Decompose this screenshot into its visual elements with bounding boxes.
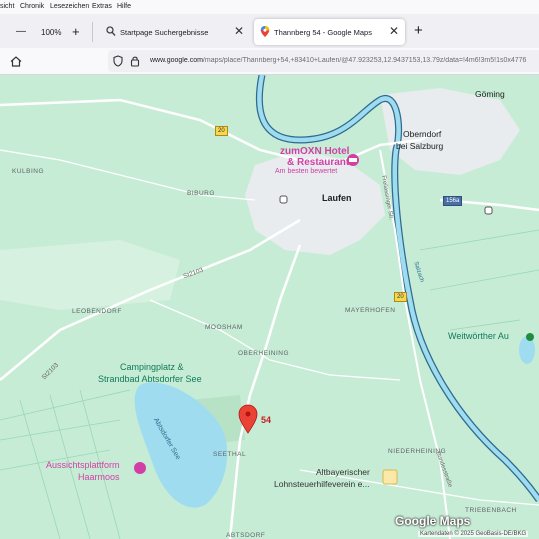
separator [92, 22, 93, 42]
google-maps-icon [260, 26, 270, 37]
tab-google-maps[interactable]: Thannberg 54 - Google Maps ✕ [254, 19, 405, 45]
road-minor [0, 149, 256, 201]
menu-bar: sicht Chronik Lesezeichen Extras Hilfe [0, 0, 539, 14]
menu-lesezeichen[interactable]: Lesezeichen [50, 3, 89, 10]
station-icon [484, 206, 493, 215]
menu-hilfe[interactable]: Hilfe [117, 3, 131, 10]
menu-ansicht[interactable]: sicht [0, 3, 14, 10]
place-triebenbach[interactable]: TRIEBENBACH [465, 507, 517, 514]
place-moosham[interactable]: MOOSHAM [205, 324, 243, 331]
url-path: /maps/place/Thannberg+54,+83410+Laufen/@… [202, 57, 527, 64]
search-icon [106, 26, 116, 36]
url-text[interactable]: www.google.com/maps/place/Thannberg+54,+… [150, 57, 539, 64]
poi-verein[interactable]: Altbayerischer [316, 467, 370, 477]
poi-aussichtsplattform[interactable]: Aussichtsplattform [46, 460, 120, 470]
new-tab-button[interactable]: + [414, 22, 423, 39]
map-canvas[interactable]: Göming Oberndorf bei Salzburg Laufen KUL… [0, 75, 539, 539]
poi-camping-2[interactable]: Strandbad Abtsdorfer See [98, 374, 202, 384]
map-attribution[interactable]: Kartendaten © 2025 GeoBasis-DE/BKG [418, 531, 529, 537]
field-patch [0, 240, 180, 310]
close-tab-icon[interactable]: ✕ [389, 24, 399, 38]
poi-hotel-name[interactable]: zumOXN Hotel [280, 146, 349, 157]
pond [519, 336, 535, 364]
park-icon [526, 333, 534, 341]
close-tab-icon[interactable]: ✕ [234, 24, 244, 38]
road-shield-156a: 156a [443, 196, 463, 206]
shield-icon[interactable] [113, 55, 123, 67]
road [228, 244, 302, 539]
place-biburg[interactable]: BIBURG [187, 190, 215, 197]
place-oberndorf[interactable]: Oberndorf [403, 129, 441, 139]
office-icon [382, 469, 398, 485]
tab-title: Startpage Suchergebnisse [120, 28, 209, 37]
place-leobendorf[interactable]: LEOBENDORF [72, 308, 122, 315]
poi-weitwoerther-au[interactable]: Weitwörther Au [448, 331, 509, 341]
place-oberheining[interactable]: OBERHEINING [238, 350, 289, 357]
place-bei-salzburg[interactable]: bei Salzburg [396, 141, 443, 151]
poi-hotel-rating: Am besten bewertet [275, 168, 338, 175]
home-icon[interactable] [10, 56, 22, 67]
lock-icon[interactable] [130, 55, 140, 67]
place-laufen[interactable]: Laufen [322, 193, 352, 203]
tab-title: Thannberg 54 - Google Maps [274, 28, 372, 37]
place-mayerhofen[interactable]: MAYERHOFEN [345, 307, 395, 314]
google-maps-logo: Google Maps [395, 514, 471, 528]
tab-startpage[interactable]: Startpage Suchergebnisse ✕ [100, 19, 250, 45]
poi-hotel-name-2[interactable]: & Restaurant [287, 157, 349, 168]
station-icon [279, 195, 288, 204]
poi-camping[interactable]: Campingplatz & [120, 362, 184, 372]
pin-label[interactable]: 54 [261, 415, 271, 425]
url-domain: www.google.com [150, 57, 203, 64]
place-abtsdorf[interactable]: ABTSDORF [226, 532, 265, 539]
menu-extras[interactable]: Extras [92, 3, 112, 10]
road-shield-20-2: 20 [394, 292, 407, 302]
poi-haarmoos[interactable]: Haarmoos [78, 472, 120, 482]
poi-verein-2[interactable]: Lohnsteuerhilfeverein e... [274, 479, 369, 489]
road-shield-20: 20 [215, 126, 228, 136]
place-kulbing[interactable]: KULBING [12, 168, 44, 175]
place-goming[interactable]: Göming [475, 89, 505, 99]
menu-chronik[interactable]: Chronik [20, 3, 44, 10]
place-seethal[interactable]: SEETHAL [213, 451, 246, 458]
camera-icon [134, 462, 146, 474]
